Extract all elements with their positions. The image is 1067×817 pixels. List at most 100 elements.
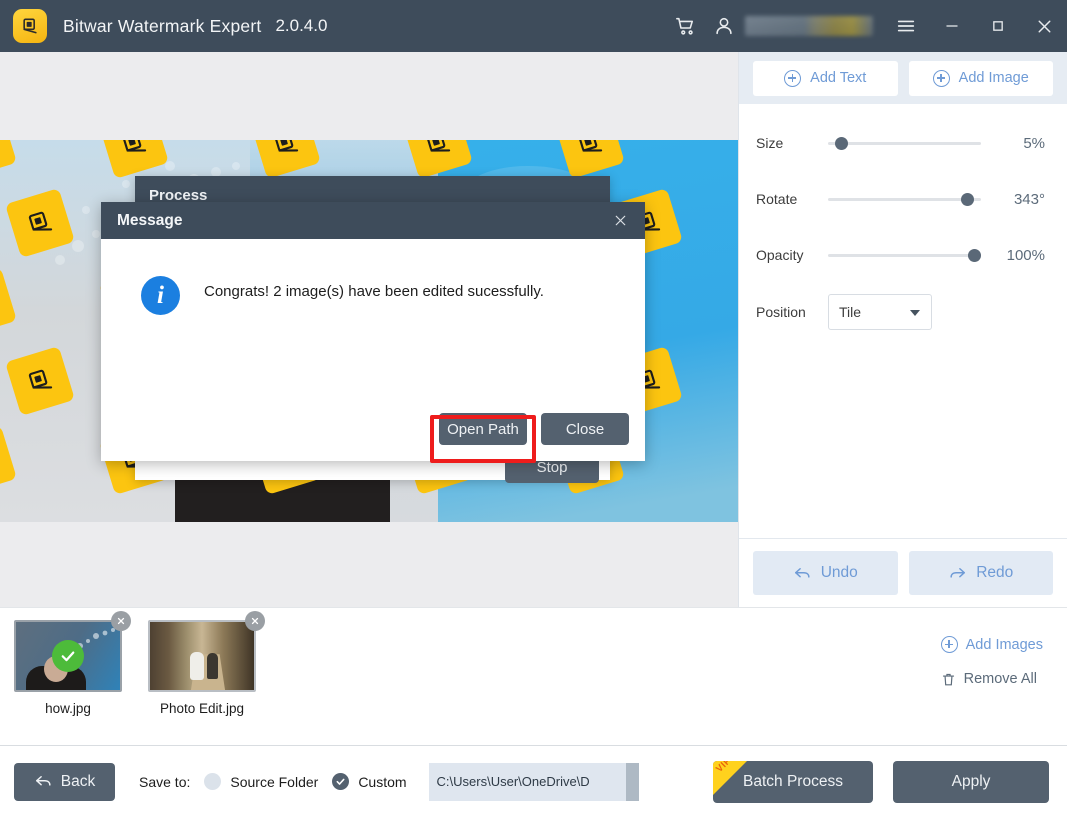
add-images-button[interactable]: Add Images xyxy=(940,636,1043,653)
add-image-label: Add Image xyxy=(958,70,1029,86)
close-icon xyxy=(117,617,125,625)
undo-button[interactable]: Undo xyxy=(753,551,898,595)
redo-button[interactable]: Redo xyxy=(908,551,1053,595)
chevron-down-icon xyxy=(910,310,920,316)
add-buttons-row: Add Text Add Image xyxy=(739,52,1067,104)
radio-icon-unselected xyxy=(204,773,222,790)
apply-button[interactable]: Apply xyxy=(893,760,1049,803)
radio-custom[interactable]: Custom xyxy=(332,773,407,790)
user-account-icon[interactable] xyxy=(705,7,743,45)
remove-thumbnail-button[interactable] xyxy=(245,611,265,631)
add-text-label: Add Text xyxy=(810,70,867,86)
username-masked xyxy=(745,16,873,36)
opacity-label: Opacity xyxy=(756,247,804,263)
size-value: 5% xyxy=(1023,134,1045,152)
checkmark-icon xyxy=(336,778,345,785)
title-bar: Bitwar Watermark Expert 2.0.4.0 xyxy=(0,0,1067,52)
size-control-row: Size 5% xyxy=(756,126,1045,160)
back-label: Back xyxy=(60,772,96,790)
path-scrollbar[interactable] xyxy=(625,762,639,801)
list-item[interactable]: Photo Edit.jpg xyxy=(148,611,265,716)
undo-arrow-icon xyxy=(794,567,810,578)
message-dialog-titlebar: Message xyxy=(101,202,645,239)
thumbnail-figure-bride xyxy=(190,652,204,680)
thumbnail-preview-photo-edit[interactable] xyxy=(148,620,256,692)
properties-panel: Add Text Add Image Size 5% Rotate 343° O… xyxy=(738,52,1067,607)
app-title: Bitwar Watermark Expert xyxy=(63,15,262,36)
thumbnail-filename: how.jpg xyxy=(45,701,91,716)
plus-circle-icon xyxy=(784,69,802,87)
watermark-tile[interactable] xyxy=(251,140,321,179)
app-window: Bitwar Watermark Expert 2.0.4.0 Add Text… xyxy=(0,0,1067,817)
source-folder-label: Source Folder xyxy=(230,773,319,790)
info-icon: i xyxy=(141,276,180,315)
batch-process-label: Batch Process xyxy=(743,772,843,790)
position-select[interactable]: Tile xyxy=(828,294,932,330)
add-text-button[interactable]: Add Text xyxy=(753,60,898,96)
app-version: 2.0.4.0 xyxy=(275,16,328,35)
close-dialog-button[interactable] xyxy=(607,208,633,234)
remove-all-button[interactable]: Remove All xyxy=(941,671,1037,687)
thumbnail-strip: how.jpg Photo Edit.jpg Add Images Remove… xyxy=(0,607,1067,746)
message-text: Congrats! 2 image(s) have been edited su… xyxy=(204,283,544,300)
undo-label: Undo xyxy=(820,564,858,581)
redo-label: Redo xyxy=(976,564,1014,581)
shopping-cart-icon[interactable] xyxy=(667,7,705,45)
opacity-slider-knob[interactable] xyxy=(968,249,981,262)
message-dialog-body: i Congrats! 2 image(s) have been edited … xyxy=(101,239,645,461)
batch-process-button[interactable]: VIP Batch Process xyxy=(713,760,873,803)
close-button-label: Close xyxy=(565,420,605,438)
app-logo-icon xyxy=(13,9,47,43)
minimize-button[interactable] xyxy=(929,0,975,52)
position-selected-value: Tile xyxy=(839,304,862,320)
position-label: Position xyxy=(756,304,806,320)
redo-arrow-icon xyxy=(950,567,966,578)
plus-circle-icon xyxy=(932,69,950,87)
strip-actions: Add Images Remove All xyxy=(940,636,1043,687)
rotate-value: 343° xyxy=(1013,190,1045,208)
radio-icon-selected xyxy=(332,773,350,790)
rotate-slider-knob[interactable] xyxy=(961,193,974,206)
close-icon xyxy=(615,215,625,226)
close-window-button[interactable] xyxy=(1021,0,1067,52)
apply-label: Apply xyxy=(951,772,991,790)
highlight-annotation-open-path xyxy=(430,415,536,463)
remove-all-label: Remove All xyxy=(963,671,1037,687)
opacity-control-row: Opacity 100% xyxy=(756,238,1045,272)
bottom-toolbar: Back Save to: Source Folder Custom C:\Us… xyxy=(0,746,1067,817)
thumbnail-figure-groom xyxy=(207,653,218,679)
opacity-value: 100% xyxy=(1006,246,1045,264)
add-images-label: Add Images xyxy=(965,636,1043,653)
rotate-label: Rotate xyxy=(756,191,798,207)
thumbnail-preview-how[interactable] xyxy=(14,620,122,692)
rotate-control-row: Rotate 343° xyxy=(756,182,1045,216)
checkmark-icon xyxy=(61,651,75,662)
save-path-input[interactable]: C:\Users\User\OneDrive\D xyxy=(428,762,639,801)
remove-thumbnail-button[interactable] xyxy=(111,611,131,631)
slider-track xyxy=(828,254,981,257)
add-image-button[interactable]: Add Image xyxy=(908,60,1053,96)
back-button[interactable]: Back xyxy=(14,762,115,801)
opacity-slider[interactable] xyxy=(828,244,981,266)
slider-track xyxy=(828,142,981,145)
message-dialog-title: Message xyxy=(117,211,183,229)
custom-label: Custom xyxy=(358,773,407,790)
trash-icon xyxy=(942,673,954,685)
undo-redo-row: Undo Redo xyxy=(739,538,1067,607)
size-slider-knob[interactable] xyxy=(835,137,848,150)
position-control-row: Position Tile xyxy=(756,294,1045,330)
save-path-value: C:\Users\User\OneDrive\D xyxy=(436,774,590,789)
plus-circle-icon xyxy=(940,636,958,653)
size-label: Size xyxy=(756,135,784,151)
maximize-button[interactable] xyxy=(975,0,1021,52)
status-badge-complete xyxy=(52,640,84,672)
size-slider[interactable] xyxy=(828,132,981,154)
hamburger-menu-icon[interactable] xyxy=(883,0,929,52)
rotate-slider[interactable] xyxy=(828,188,981,210)
radio-source-folder[interactable]: Source Folder xyxy=(204,773,318,790)
list-item[interactable]: how.jpg xyxy=(14,611,131,716)
close-button[interactable]: Close xyxy=(541,413,629,445)
close-icon xyxy=(251,617,259,625)
thumbnail-list: how.jpg Photo Edit.jpg xyxy=(14,611,265,716)
message-dialog: Message i Congrats! 2 image(s) have been… xyxy=(101,202,645,461)
